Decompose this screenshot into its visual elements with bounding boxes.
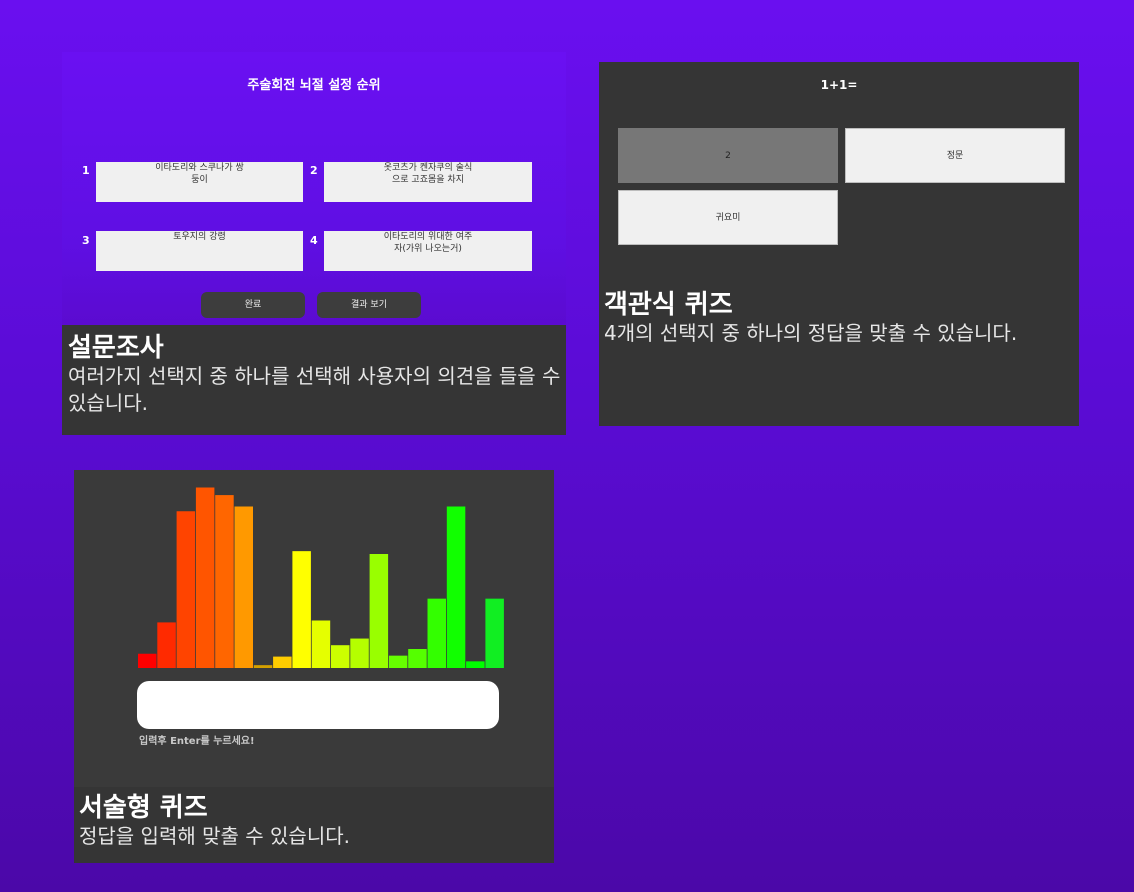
option-2-text: 옷코츠가 켄자쿠의 술식 으로 고죠몸을 차지 bbox=[383, 163, 473, 185]
quiz-card[interactable]: 1+1= 2 정문 귀요미 객관식 퀴즈 4개의 선택지 중 하나의 정답을 맞… bbox=[599, 62, 1079, 426]
short-answer-card[interactable]: 입력후 Enter를 누르세요! 서술형 퀴즈 정답을 입력해 맞출 수 있습니… bbox=[74, 470, 554, 863]
quiz-option-1[interactable]: 2 bbox=[618, 128, 838, 183]
chart-bar bbox=[446, 506, 466, 668]
quiz-caption: 객관식 퀴즈 4개의 선택지 중 하나의 정답을 맞출 수 있습니다. bbox=[599, 284, 1079, 426]
chart-bar bbox=[215, 495, 234, 668]
option-4-text: 이타도리의 위대한 여주 자(가위 나오는거) bbox=[383, 232, 473, 254]
survey-caption-title: 설문조사 bbox=[68, 333, 164, 363]
chart-bar bbox=[485, 598, 504, 668]
done-button[interactable]: 완료 bbox=[201, 292, 305, 318]
option-2-box[interactable]: 옷코츠가 켄자쿠의 술식 으로 고죠몸을 차지 bbox=[324, 162, 532, 202]
chart-bar bbox=[427, 598, 446, 668]
chart-bar bbox=[176, 511, 196, 668]
quiz-caption-desc: 4개의 선택지 중 하나의 정답을 맞출 수 있습니다. bbox=[604, 321, 1018, 345]
chart-bar bbox=[350, 638, 369, 668]
chart-bar bbox=[331, 645, 350, 668]
option-3-number: 3 bbox=[82, 234, 90, 247]
option-4-number: 4 bbox=[310, 234, 318, 247]
survey-card[interactable]: 주술회전 뇌절 설정 순위 1 이타도리와 스쿠나가 쌍 둥이 2 옷코츠가 켄… bbox=[62, 52, 566, 435]
survey-preview: 주술회전 뇌절 설정 순위 1 이타도리와 스쿠나가 쌍 둥이 2 옷코츠가 켄… bbox=[62, 52, 566, 325]
option-2-number: 2 bbox=[310, 164, 318, 177]
answer-input[interactable] bbox=[137, 681, 499, 729]
chart-bar bbox=[408, 649, 427, 668]
chart-bar bbox=[195, 487, 215, 668]
quiz-caption-title: 객관식 퀴즈 bbox=[604, 290, 733, 320]
chart-bar bbox=[292, 551, 311, 668]
chart-bar bbox=[369, 554, 389, 668]
quiz-option-2[interactable]: 정문 bbox=[845, 128, 1065, 183]
chart-bar bbox=[311, 620, 331, 668]
option-3-text: 토우지의 강령 bbox=[173, 232, 226, 242]
chart-bar bbox=[466, 661, 485, 668]
chart-bar bbox=[138, 653, 157, 668]
quiz-question: 1+1= bbox=[820, 78, 858, 92]
option-1-text: 이타도리와 스쿠나가 쌍 둥이 bbox=[155, 163, 244, 185]
answer-chart bbox=[138, 487, 504, 668]
chart-bar bbox=[157, 622, 176, 668]
option-4-box[interactable]: 이타도리의 위대한 여주 자(가위 나오는거) bbox=[324, 231, 532, 271]
chart-bar bbox=[253, 665, 273, 668]
short-answer-caption-title: 서술형 퀴즈 bbox=[79, 793, 208, 823]
survey-caption-desc: 여러가지 선택지 중 하나를 선택해 사용자의 의견을 들을 수 있습니다. bbox=[68, 364, 561, 415]
quiz-option-3[interactable]: 귀요미 bbox=[618, 190, 838, 245]
answer-hint: 입력후 Enter를 누르세요! bbox=[139, 736, 255, 747]
chart-bar bbox=[388, 655, 408, 668]
chart-bar bbox=[273, 656, 292, 668]
results-button[interactable]: 결과 보기 bbox=[317, 292, 421, 318]
survey-title: 주술회전 뇌절 설정 순위 bbox=[247, 78, 381, 93]
option-3-box[interactable]: 토우지의 강령 bbox=[96, 231, 303, 271]
option-1-number: 1 bbox=[82, 164, 90, 177]
option-1-box[interactable]: 이타도리와 스쿠나가 쌍 둥이 bbox=[96, 162, 303, 202]
survey-caption: 설문조사 여러가지 선택지 중 하나를 선택해 사용자의 의견을 들을 수 있습… bbox=[62, 325, 566, 435]
chart-bar bbox=[234, 506, 253, 668]
short-answer-caption: 서술형 퀴즈 정답을 입력해 맞출 수 있습니다. bbox=[74, 787, 554, 863]
short-answer-caption-desc: 정답을 입력해 맞출 수 있습니다. bbox=[79, 824, 350, 848]
